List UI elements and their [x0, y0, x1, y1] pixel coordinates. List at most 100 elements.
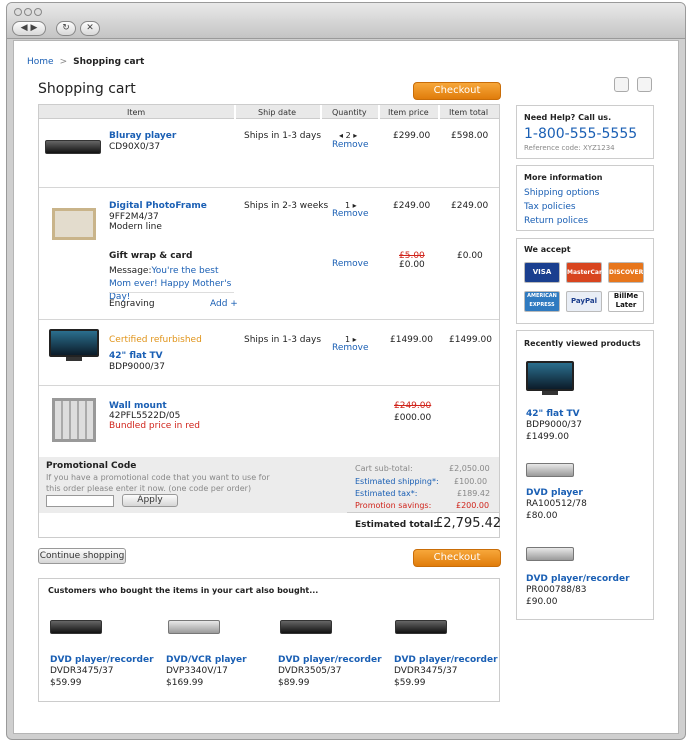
amex-card-icon: AMERICAN EXPRESS: [524, 291, 560, 312]
item-total: £598.00: [451, 131, 489, 141]
header-ship-date: Ship date: [258, 108, 297, 117]
back-icon[interactable]: ◀: [21, 23, 28, 33]
also-item-model: DVDR3505/37: [278, 666, 342, 676]
checkout-button-bottom[interactable]: Checkout: [413, 549, 501, 567]
remove-link[interactable]: Remove: [332, 209, 369, 219]
stop-button[interactable]: ✕: [80, 21, 100, 36]
also-item-model: DVP3340V/17: [166, 666, 228, 676]
discover-card-icon: DISCOVER: [608, 262, 644, 283]
tax-policies-link[interactable]: Tax policies: [524, 202, 576, 212]
shipping-label[interactable]: Estimated shipping*:: [355, 477, 439, 486]
product-image: [395, 620, 447, 634]
also-item-price: $169.99: [166, 678, 204, 688]
shipping-value: £100.00: [454, 477, 488, 486]
header-item-price: Item price: [388, 108, 429, 117]
help-title: Need Help? Call us.: [524, 113, 612, 122]
also-item-name[interactable]: DVD player/recorder: [394, 655, 498, 665]
maximize-window-icon[interactable]: [34, 8, 42, 16]
bundled-note: Bundled price in red: [109, 421, 200, 431]
also-bought-section: [38, 578, 500, 702]
paypal-icon: PayPal: [566, 291, 602, 312]
recent-item-name[interactable]: DVD player/recorder: [526, 574, 630, 584]
refurbished-badge: Certified refurbished: [109, 335, 202, 345]
product-image: [280, 620, 332, 634]
item-model: 9FF2M4/37: [109, 212, 159, 222]
apply-button[interactable]: Apply: [122, 494, 178, 507]
also-item-name[interactable]: DVD player/recorder: [50, 655, 154, 665]
remove-link[interactable]: Remove: [332, 259, 369, 269]
visa-card-icon: VISA: [524, 262, 560, 283]
close-window-icon[interactable]: [14, 8, 22, 16]
also-item-price: $59.99: [50, 678, 82, 688]
tax-label[interactable]: Estimated tax*:: [355, 489, 417, 498]
header-divider: [234, 105, 236, 119]
breadcrumb-home[interactable]: Home: [27, 57, 54, 67]
billme-later-icon: BillMe Later: [608, 291, 644, 312]
also-bought-title: Customers who bought the items in your c…: [48, 586, 319, 595]
product-image: [50, 620, 102, 634]
increase-icon[interactable]: ▸: [353, 131, 357, 140]
print-icon[interactable]: [637, 77, 652, 92]
back-forward-button[interactable]: ◀ ▶: [12, 21, 46, 36]
quantity-stepper[interactable]: ◂ 2 ▸: [339, 131, 357, 140]
stop-icon: ✕: [86, 23, 94, 33]
page-title: Shopping cart: [38, 81, 136, 97]
old-price: £249.00: [394, 401, 432, 411]
item-name-link[interactable]: Digital PhotoFrame: [109, 201, 207, 211]
also-item-price: $59.99: [394, 678, 426, 688]
window-controls: [14, 8, 44, 19]
ship-date: Ships in 2-3 weeks: [244, 201, 329, 211]
product-image: [168, 620, 220, 634]
more-info-title: More information: [524, 173, 603, 182]
row-divider: [39, 319, 499, 320]
mastercard-icon: MasterCard: [566, 262, 606, 283]
engraving-label: Engraving: [109, 299, 155, 309]
recent-item-model: RA100512/78: [526, 499, 587, 509]
header-divider: [438, 105, 440, 119]
recent-item-model: PR000788/83: [526, 585, 587, 595]
header-quantity: Quantity: [332, 108, 367, 117]
item-name-link[interactable]: Wall mount: [109, 401, 167, 411]
gift-total: £0.00: [457, 251, 483, 261]
recent-item-name[interactable]: DVD player: [526, 488, 583, 498]
also-item-name[interactable]: DVD player/recorder: [278, 655, 382, 665]
also-item-model: DVDR3475/37: [50, 666, 114, 676]
add-engraving-link[interactable]: Add +: [210, 299, 238, 309]
tv-image: [526, 361, 574, 397]
breadcrumb-separator: >: [59, 57, 68, 67]
header-item-total: Item total: [449, 108, 489, 117]
reference-code: Reference code: XYZ1234: [524, 144, 615, 152]
also-item-model: DVDR3475/37: [394, 666, 458, 676]
remove-link[interactable]: Remove: [332, 343, 369, 353]
item-model: 42PFL5522D/05: [109, 411, 181, 421]
item-model: CD90X0/37: [109, 142, 161, 152]
also-item-name[interactable]: DVD/VCR player: [166, 655, 247, 665]
reload-button[interactable]: ↻: [56, 21, 76, 36]
subtotal-label: Cart sub-total:: [355, 464, 413, 473]
item-price: £299.00: [393, 131, 431, 141]
dvd-player-image: [526, 463, 574, 477]
promo-text: If you have a promotional code that you …: [46, 473, 270, 493]
checkout-button-top[interactable]: Checkout: [413, 82, 501, 100]
minimize-window-icon[interactable]: [24, 8, 32, 16]
item-price: £249.00: [393, 201, 431, 211]
item-name-link[interactable]: 42" flat TV: [109, 351, 163, 361]
forward-icon[interactable]: ▶: [30, 23, 37, 33]
return-policies-link[interactable]: Return polices: [524, 216, 588, 226]
item-name-link[interactable]: Bluray player: [109, 131, 176, 141]
continue-shopping-button[interactable]: Continue shopping: [38, 548, 126, 564]
decrease-icon[interactable]: ◂: [339, 131, 343, 140]
row-divider: [39, 385, 499, 386]
tax-value: £189.42: [457, 489, 491, 498]
browser-toolbar: [7, 3, 685, 39]
help-phone[interactable]: 1-800-555-5555: [524, 126, 637, 142]
shipping-options-link[interactable]: Shipping options: [524, 188, 599, 198]
item-total: £249.00: [451, 201, 489, 211]
recent-item-name[interactable]: 42" flat TV: [526, 409, 580, 419]
email-icon[interactable]: [614, 77, 629, 92]
header-item: Item: [127, 108, 146, 117]
remove-link[interactable]: Remove: [332, 140, 369, 150]
recently-viewed-title: Recently viewed products: [524, 339, 641, 348]
promo-code-input[interactable]: [46, 495, 114, 507]
recent-item-price: £80.00: [526, 511, 558, 521]
